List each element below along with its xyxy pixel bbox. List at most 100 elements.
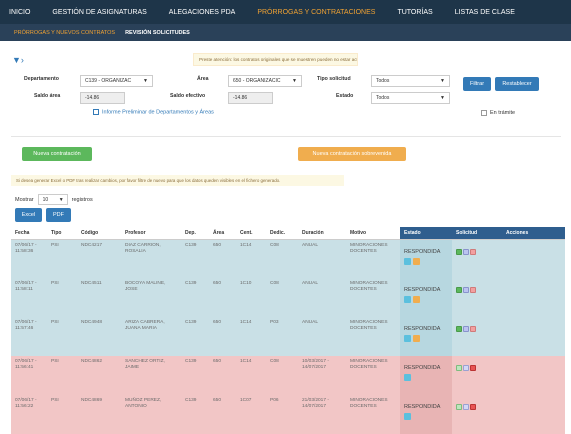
table-row[interactable]: 07/06/17 - 11:56:41 PSI NDC4862 SANCHEZ ORT… [11,356,565,395]
area-select[interactable]: 650 - ORGANIZACIC ▼ [228,75,302,87]
col-motivo[interactable]: Motivo [346,227,400,240]
cell-cent: 1C14 [236,356,266,395]
filter-toggle-icon[interactable]: ▼› [12,55,24,65]
cell-duracion: 21/03/2017 - 14/07/2017 [298,395,346,434]
nav-inicio[interactable]: INICIO [9,9,30,16]
tipo-solicitud-label: Tipo solicitud [317,76,351,82]
subnav-prorrogas-nuevos-contratos[interactable]: PRÓRROGAS Y NUEVOS CONTRATOS [14,30,115,36]
col-estado[interactable]: Estado [400,227,452,240]
page-length-control: Mostrar 10 ▼ registros [15,194,93,205]
swap-icon[interactable] [413,257,420,265]
en-tramite-checkbox[interactable]: En trámite [481,110,515,116]
cell-solicitud [452,239,502,278]
table-row[interactable]: 07/06/17 - 11:58:11 PSI NDC4511 BOCOYA MALI… [11,278,565,317]
pending-status-icon[interactable] [463,404,469,410]
pending-status-icon[interactable] [463,287,469,293]
col-area[interactable]: Área [209,227,236,240]
estado-select[interactable]: Todos ▼ [371,92,450,104]
checkbox-box[interactable] [481,110,487,116]
cell-tipo: PSI [47,356,77,395]
reject-status-icon[interactable] [470,404,476,410]
view-icon[interactable] [404,257,411,265]
cell-area: 650 [209,356,236,395]
cell-duracion: ANUAL [298,317,346,356]
restablecer-button[interactable]: Restablecer [495,77,539,91]
pending-status-icon[interactable] [463,326,469,332]
reject-status-icon[interactable] [470,326,476,332]
chevron-down-icon: ▼ [440,78,445,84]
view-icon[interactable] [404,374,411,381]
approve-status-icon[interactable] [456,326,462,332]
col-codigo[interactable]: Código [77,227,121,240]
pending-status-icon[interactable] [463,248,469,255]
cell-solicitud [452,317,502,356]
col-dedic[interactable]: Dedic. [266,227,298,240]
grid-icon [93,109,99,115]
sub-navigation: PRÓRROGAS Y NUEVOS CONTRATOS REVISIÓN SO… [0,24,571,41]
subnav-revision-solicitudes[interactable]: REVISIÓN SOLICITUDES [125,30,190,36]
cell-cent: 1C14 [236,317,266,356]
filtrar-button[interactable]: Filtrar [463,77,491,91]
excel-button[interactable]: Excel [15,208,42,222]
tipo-solicitud-select[interactable]: Todos ▼ [371,75,450,87]
nueva-contratacion-sobrevenida-button[interactable]: Nueva contratación sobrevenida [298,147,406,161]
cell-fecha: 07/06/17 - 11:56:41 [11,356,47,395]
cell-estado: RESPONDIDA [400,317,452,356]
view-icon[interactable] [404,335,411,342]
cell-estado: RESPONDIDA [400,356,452,395]
cell-tipo: PSI [47,317,77,356]
nav-listas-clase[interactable]: LISTAS DE CLASE [455,9,515,16]
cell-dedic: C08 [266,278,298,317]
cell-duracion: ANUAL [298,278,346,317]
estado-text: RESPONDIDA [404,248,441,255]
saldo-efectivo-label: Saldo efectivo [170,93,206,99]
nav-alegaciones-pda[interactable]: ALEGACIONES PDA [169,9,236,16]
view-icon[interactable] [404,296,411,303]
col-tipo[interactable]: Tipo [47,227,77,240]
cell-area: 650 [209,395,236,434]
solicitudes-table: Fecha Tipo Código Profesor Dep. Área Cen… [11,227,565,434]
approve-status-icon[interactable] [456,404,462,410]
cell-acciones [502,278,565,317]
cell-profesor: MUÑOZ PEREZ, ANTONIO [121,395,181,434]
cell-duracion: ANUAL [298,239,346,278]
swap-icon[interactable] [413,296,420,303]
col-cent[interactable]: Cent. [236,227,266,240]
departamento-select[interactable]: C139 - ORGANIZAC ▼ [80,75,153,87]
reject-status-icon[interactable] [470,248,476,255]
cell-cent: 1C14 [236,239,266,278]
nav-gestion-asignaturas[interactable]: GESTIÓN DE ASIGNATURAS [52,9,146,16]
col-fecha[interactable]: Fecha [11,227,47,240]
view-icon[interactable] [404,413,411,420]
table-row[interactable]: 07/06/17 - 11:57:46 PSI NDC4948 ARIZA CABRE… [11,317,565,356]
cell-codigo: NDC4217 [77,239,121,278]
approve-status-icon[interactable] [456,287,462,293]
cell-estado: RESPONDIDA [400,395,452,434]
nueva-contratacion-button[interactable]: Nueva contratación [22,147,92,161]
nav-prorrogas-contrataciones[interactable]: PRÓRROGAS Y CONTRATACIONES [257,9,375,16]
table-row[interactable]: 07/06/17 - 11:58:36 PSI NDC4217 DIAZ CARRIO… [11,239,565,278]
cell-motivo: MINORACIONES DOCENTES [346,239,400,278]
nav-tutorias[interactable]: TUTORÍAS [397,9,432,16]
col-profesor[interactable]: Profesor [121,227,181,240]
swap-icon[interactable] [413,335,420,342]
cell-dep: C139 [181,356,209,395]
approve-status-icon[interactable] [456,365,462,371]
estado-text: RESPONDIDA [404,326,441,332]
reject-status-icon[interactable] [470,287,476,293]
col-dep[interactable]: Dep. [181,227,209,240]
approve-status-icon[interactable] [456,248,462,255]
pending-status-icon[interactable] [463,365,469,371]
table-row[interactable]: 07/06/17 - 11:56:22 PSI NDC4869 MUÑOZ PEREZ… [11,395,565,434]
reject-status-icon[interactable] [470,365,476,371]
page-length-select[interactable]: 10 ▼ [37,194,68,205]
departamento-label: Departamento [24,76,59,82]
col-duracion[interactable]: Duración [298,227,346,240]
cell-area: 650 [209,239,236,278]
saldo-efectivo-field: -14.86 [228,92,273,104]
cell-fecha: 07/06/17 - 11:58:36 [11,239,47,278]
cell-dep: C139 [181,395,209,434]
informe-preliminar-link[interactable]: Informe Preliminar de Departamentos y Ár… [93,109,214,115]
col-solicitud[interactable]: Solicitud [452,227,502,240]
pdf-button[interactable]: PDF [46,208,71,222]
